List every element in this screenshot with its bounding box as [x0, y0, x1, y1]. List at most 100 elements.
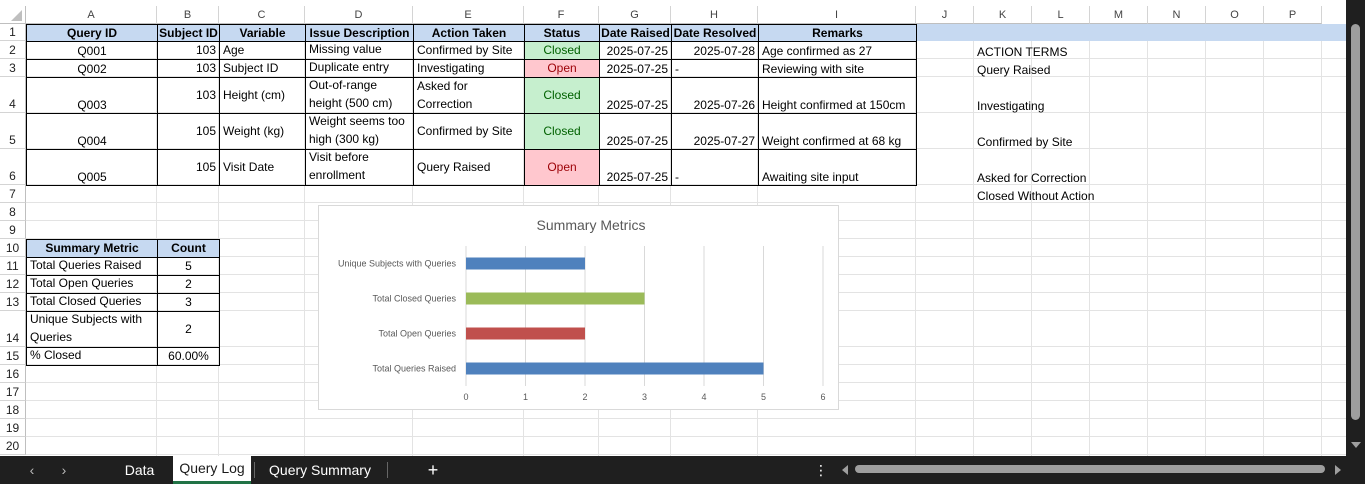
query-cell-query-id[interactable]: Q001: [26, 41, 158, 60]
query-cell-issue[interactable]: Duplicate entry: [305, 59, 414, 78]
column-header-m[interactable]: M: [1090, 6, 1148, 24]
query-cell-date-raised[interactable]: 2025-07-25: [599, 41, 672, 60]
add-sheet-icon[interactable]: +: [420, 456, 446, 484]
row-header-8[interactable]: 8: [0, 203, 26, 221]
column-header-e[interactable]: E: [413, 6, 524, 24]
column-header-k[interactable]: K: [974, 6, 1032, 24]
row-header-12[interactable]: 12: [0, 275, 26, 293]
column-header-a[interactable]: A: [26, 6, 157, 24]
chart-bar[interactable]: [466, 327, 585, 340]
query-cell-date-raised[interactable]: 2025-07-25: [599, 59, 672, 78]
action-term-item[interactable]: Asked for Correction: [974, 149, 1149, 186]
row-header-19[interactable]: 19: [0, 419, 26, 437]
summary-metric-count[interactable]: 2: [157, 311, 220, 348]
query-cell-query-id[interactable]: Q004: [26, 113, 158, 150]
tab-data[interactable]: Data: [112, 456, 167, 484]
query-cell-date-raised[interactable]: 2025-07-25: [599, 77, 672, 114]
column-header-d[interactable]: D: [305, 6, 413, 24]
query-cell-action[interactable]: Investigating: [413, 59, 525, 78]
summary-metric-label[interactable]: Unique Subjects with Queries: [26, 311, 158, 348]
summary-metric-label[interactable]: Total Closed Queries: [26, 293, 158, 312]
query-cell-remarks[interactable]: Awaiting site input: [758, 149, 917, 186]
action-term-item[interactable]: Query Raised: [974, 59, 1149, 78]
query-cell-date-resolved[interactable]: 2025-07-26: [671, 77, 759, 114]
next-sheet-icon[interactable]: ›: [54, 456, 74, 484]
row-header-15[interactable]: 15: [0, 347, 26, 365]
spreadsheet-grid[interactable]: ABCDEFGHIJKLMNOP 1 2 3 4 5 6 7 8 9 10 11 12 13 14 15 16…: [0, 0, 1346, 456]
row-header-7[interactable]: 7: [0, 185, 26, 203]
query-cell-date-resolved[interactable]: 2025-07-27: [671, 113, 759, 150]
query-cell-action[interactable]: Confirmed by Site: [413, 41, 525, 60]
tab-query-summary[interactable]: Query Summary: [257, 456, 383, 484]
action-term-item[interactable]: Investigating: [974, 77, 1149, 114]
status-badge[interactable]: Closed: [524, 77, 600, 114]
query-cell-date-raised[interactable]: 2025-07-25: [599, 113, 672, 150]
column-header-f[interactable]: F: [524, 6, 599, 24]
query-cell-variable[interactable]: Subject ID: [219, 59, 306, 78]
column-header-c[interactable]: C: [219, 6, 305, 24]
row-header-3[interactable]: 3: [0, 59, 26, 77]
query-cell-query-id[interactable]: Q002: [26, 59, 158, 78]
status-badge[interactable]: Open: [524, 149, 600, 186]
summary-metric-count[interactable]: 3: [157, 293, 220, 312]
chart-bar[interactable]: [466, 292, 645, 305]
query-table-header[interactable]: Subject ID: [157, 24, 220, 42]
query-cell-variable[interactable]: Weight (kg): [219, 113, 306, 150]
status-badge[interactable]: Open: [524, 59, 600, 78]
row-header-6[interactable]: 6: [0, 149, 26, 185]
query-cell-action[interactable]: Asked for Correction: [413, 77, 525, 114]
chart-bar[interactable]: [466, 257, 585, 270]
summary-metric-label[interactable]: Total Queries Raised: [26, 257, 158, 276]
summary-metrics-chart[interactable]: Summary Metrics Total Queries Raised Tota…: [318, 205, 839, 410]
query-cell-variable[interactable]: Height (cm): [219, 77, 306, 114]
scroll-down-icon[interactable]: [1351, 440, 1361, 450]
row-header-2[interactable]: 2: [0, 41, 26, 59]
row-header-1[interactable]: 1: [0, 24, 26, 41]
query-table-header[interactable]: Status: [524, 24, 600, 42]
query-cell-variable[interactable]: Visit Date: [219, 149, 306, 186]
query-cell-subject-id[interactable]: 105: [157, 113, 220, 150]
query-cell-issue[interactable]: Visit before enrollment: [305, 149, 414, 186]
summary-metric-count[interactable]: 2: [157, 275, 220, 294]
column-header-j[interactable]: J: [916, 6, 974, 24]
row-header-18[interactable]: 18: [0, 401, 26, 419]
column-header-p[interactable]: P: [1264, 6, 1322, 24]
summary-metric-label[interactable]: Total Open Queries: [26, 275, 158, 294]
action-terms-title[interactable]: ACTION TERMS: [974, 41, 1091, 60]
query-cell-date-raised[interactable]: 2025-07-25: [599, 149, 672, 186]
summary-metric-count[interactable]: 60.00%: [157, 347, 220, 366]
summary-metric-count[interactable]: 5: [157, 257, 220, 276]
query-cell-subject-id[interactable]: 105: [157, 149, 220, 186]
horizontal-scroll-thumb[interactable]: [855, 465, 1325, 473]
more-options-icon[interactable]: ⋮: [812, 456, 830, 484]
query-table-header[interactable]: Query ID: [26, 24, 158, 42]
query-table-header[interactable]: Date Resolved: [671, 24, 759, 42]
summary-metric-label[interactable]: % Closed: [26, 347, 158, 366]
query-cell-variable[interactable]: Age: [219, 41, 306, 60]
row-header-14[interactable]: 14: [0, 311, 26, 347]
query-cell-date-resolved[interactable]: -: [671, 59, 759, 78]
query-cell-remarks[interactable]: Reviewing with site: [758, 59, 917, 78]
query-cell-remarks[interactable]: Height confirmed at 150cm: [758, 77, 917, 114]
summary-header-count[interactable]: Count: [157, 239, 220, 258]
column-header-g[interactable]: G: [599, 6, 671, 24]
summary-header-metric[interactable]: Summary Metric: [26, 239, 158, 258]
scroll-left-icon[interactable]: [840, 465, 850, 475]
query-cell-remarks[interactable]: Weight confirmed at 68 kg: [758, 113, 917, 150]
row-header-11[interactable]: 11: [0, 257, 26, 275]
status-badge[interactable]: Closed: [524, 41, 600, 60]
row-header-9[interactable]: 9: [0, 221, 26, 239]
row-header-16[interactable]: 16: [0, 365, 26, 383]
query-table-header[interactable]: Remarks: [758, 24, 917, 42]
row-header-20[interactable]: 20: [0, 437, 26, 455]
row-header-5[interactable]: 5: [0, 113, 26, 149]
query-table-header[interactable]: Issue Description: [305, 24, 414, 42]
scroll-right-icon[interactable]: [1333, 465, 1343, 475]
status-badge[interactable]: Closed: [524, 113, 600, 150]
query-cell-query-id[interactable]: Q003: [26, 77, 158, 114]
query-cell-issue[interactable]: Weight seems too high (300 kg): [305, 113, 414, 150]
query-cell-subject-id[interactable]: 103: [157, 77, 220, 114]
column-header-b[interactable]: B: [157, 6, 219, 24]
query-table-header[interactable]: Action Taken: [413, 24, 525, 42]
prev-sheet-icon[interactable]: ‹: [22, 456, 42, 484]
